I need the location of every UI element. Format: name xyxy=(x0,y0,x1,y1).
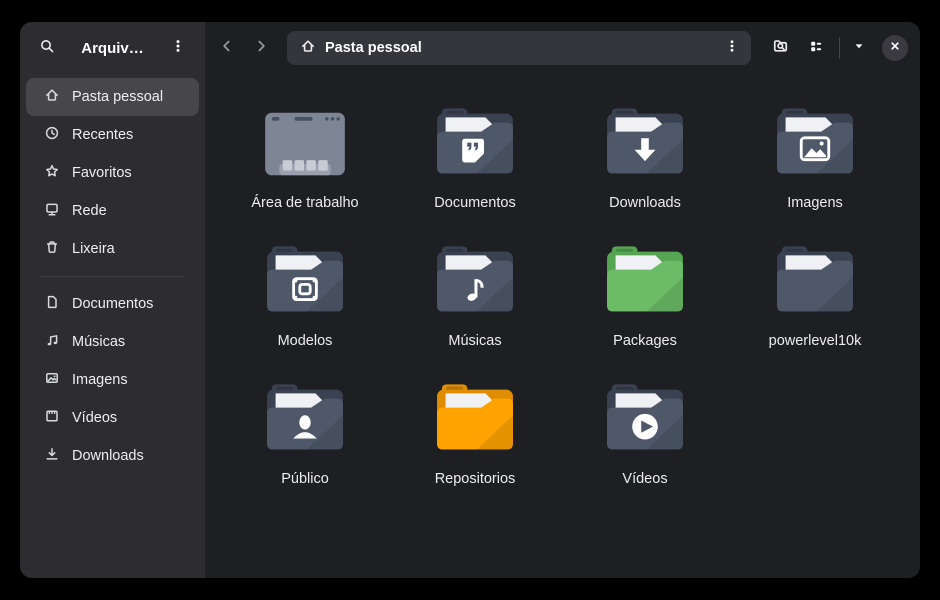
back-button[interactable] xyxy=(211,32,243,64)
file-item-label: Repositorios xyxy=(435,471,516,488)
sidebar-item-label: Pasta pessoal xyxy=(72,89,163,105)
folder-plain-icon xyxy=(769,245,861,319)
image-icon xyxy=(44,370,60,390)
file-item-label: powerlevel10k xyxy=(769,333,862,350)
file-item-label: Imagens xyxy=(787,195,843,212)
forward-button[interactable] xyxy=(245,32,277,64)
folder-green-icon xyxy=(599,245,691,319)
file-item-powerlevel10k[interactable]: powerlevel10k xyxy=(730,232,900,370)
path-bar[interactable]: Pasta pessoal xyxy=(287,31,751,65)
sidebar-item-documentos[interactable]: Documentos xyxy=(26,285,199,323)
music-icon xyxy=(44,332,60,352)
sidebar-item-recentes[interactable]: Recentes xyxy=(26,116,199,154)
file-item-documentos[interactable]: Documentos xyxy=(390,94,560,232)
trash-icon xyxy=(44,239,60,259)
sidebar-item-rede[interactable]: Rede xyxy=(26,192,199,230)
folder-templates-icon xyxy=(259,245,351,319)
desktop-icon xyxy=(259,107,351,181)
file-item-packages[interactable]: Packages xyxy=(560,232,730,370)
sidebar-header: Arquiv… xyxy=(20,22,205,74)
chevron-down-icon xyxy=(851,38,867,59)
folder-orange-icon xyxy=(429,383,521,457)
sidebar-item-videos[interactable]: Vídeos xyxy=(26,399,199,437)
folder-music-icon xyxy=(429,245,521,319)
file-item-modelos[interactable]: Modelos xyxy=(220,232,390,370)
file-item-repositorios[interactable]: Repositorios xyxy=(390,370,560,508)
star-icon xyxy=(44,163,60,183)
view-options-dropdown[interactable] xyxy=(846,31,872,65)
folder-documents-icon xyxy=(429,107,521,181)
folder-pictures-icon xyxy=(769,107,861,181)
search-folder-button[interactable] xyxy=(763,31,797,65)
sidebar-item-label: Músicas xyxy=(72,334,125,350)
sidebar-item-label: Downloads xyxy=(72,448,144,464)
kebab-menu-icon xyxy=(724,38,740,59)
current-location-label: Pasta pessoal xyxy=(325,40,708,56)
file-item-videos[interactable]: Vídeos xyxy=(560,370,730,508)
sidebar-item-musicas[interactable]: Músicas xyxy=(26,323,199,361)
app-title: Arquiv… xyxy=(68,40,157,57)
sidebar-item-imagens[interactable]: Imagens xyxy=(26,361,199,399)
file-manager-window: Arquiv… Pasta pessoal Recentes Favoritos xyxy=(20,22,920,578)
folder-public-icon xyxy=(259,383,351,457)
sidebar: Arquiv… Pasta pessoal Recentes Favoritos xyxy=(20,22,205,578)
sidebar-item-label: Documentos xyxy=(72,296,153,312)
file-item-imagens[interactable]: Imagens xyxy=(730,94,900,232)
sidebar-separator xyxy=(40,276,185,277)
file-item-label: Downloads xyxy=(609,195,681,212)
main-pane: Pasta pessoal xyxy=(205,22,920,578)
clock-icon xyxy=(44,125,60,145)
sidebar-item-label: Rede xyxy=(72,203,107,219)
view-mode-button[interactable] xyxy=(799,31,833,65)
sidebar-item-label: Vídeos xyxy=(72,410,117,426)
video-icon xyxy=(44,408,60,428)
file-item-label: Público xyxy=(281,471,329,488)
sidebar-item-label: Favoritos xyxy=(72,165,132,181)
sidebar-item-lixeira[interactable]: Lixeira xyxy=(26,230,199,268)
home-icon xyxy=(300,38,316,59)
file-item-label: Vídeos xyxy=(622,471,667,488)
location-menu-button[interactable] xyxy=(717,34,747,62)
folder-videos-icon xyxy=(599,383,691,457)
file-item-label: Modelos xyxy=(278,333,333,350)
search-icon xyxy=(39,38,55,59)
header-bar: Pasta pessoal xyxy=(205,22,920,74)
home-icon xyxy=(44,87,60,107)
search-button[interactable] xyxy=(30,31,64,65)
folder-downloads-icon xyxy=(599,107,691,181)
list-view-icon xyxy=(808,38,824,59)
close-window-button[interactable] xyxy=(882,35,908,61)
sidebar-item-favoritos[interactable]: Favoritos xyxy=(26,154,199,192)
network-icon xyxy=(44,201,60,221)
document-icon xyxy=(44,294,60,314)
file-item-publico[interactable]: Público xyxy=(220,370,390,508)
sidebar-item-pasta-pessoal[interactable]: Pasta pessoal xyxy=(26,78,199,116)
chevron-right-icon xyxy=(253,38,269,59)
file-item-label: Documentos xyxy=(434,195,515,212)
sidebar-item-label: Imagens xyxy=(72,372,128,388)
toolbar-divider xyxy=(839,37,840,59)
close-icon xyxy=(887,38,903,59)
file-item-label: Músicas xyxy=(448,333,501,350)
sidebar-item-label: Recentes xyxy=(72,127,133,143)
file-item-label: Packages xyxy=(613,333,677,350)
app-menu-button[interactable] xyxy=(161,31,195,65)
file-item-area-de-trabalho[interactable]: Área de trabalho xyxy=(220,94,390,232)
file-item-musicas[interactable]: Músicas xyxy=(390,232,560,370)
chevron-left-icon xyxy=(219,38,235,59)
download-icon xyxy=(44,446,60,466)
sidebar-places-list: Pasta pessoal Recentes Favoritos Rede Li… xyxy=(20,74,205,479)
file-item-label: Área de trabalho xyxy=(251,195,358,212)
file-item-downloads[interactable]: Downloads xyxy=(560,94,730,232)
file-grid: Área de trabalho Documentos Downloads Im… xyxy=(205,74,920,578)
sidebar-item-label: Lixeira xyxy=(72,241,115,257)
kebab-menu-icon xyxy=(170,38,186,59)
folder-search-icon xyxy=(772,37,789,59)
sidebar-item-downloads[interactable]: Downloads xyxy=(26,437,199,475)
